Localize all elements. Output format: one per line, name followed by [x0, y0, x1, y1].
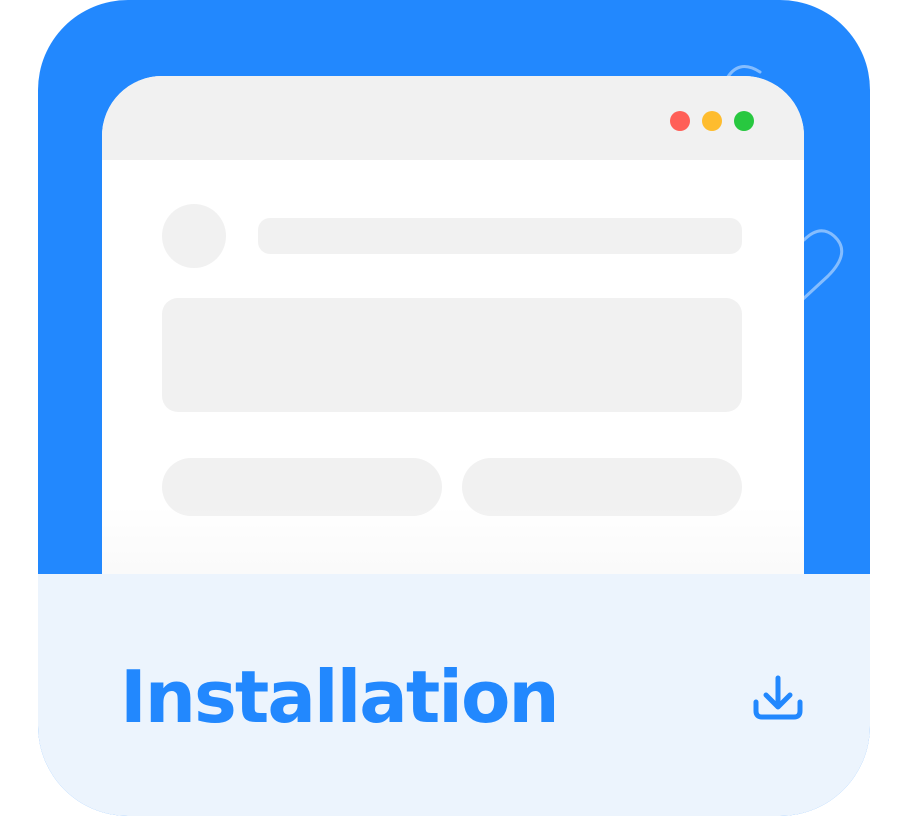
minimize-window-dot [702, 111, 722, 131]
skeleton-text-line [258, 218, 742, 254]
skeleton-content-block [162, 298, 742, 412]
maximize-window-dot [734, 111, 754, 131]
download-icon [753, 675, 803, 720]
skeleton-avatar [162, 204, 226, 268]
card-title: Installation [120, 655, 560, 739]
close-window-dot [670, 111, 690, 131]
installation-card[interactable]: Installation [38, 0, 870, 816]
card-footer: Installation [38, 574, 870, 816]
browser-window-mockup [102, 76, 804, 596]
browser-title-bar [102, 76, 804, 160]
download-button[interactable] [744, 664, 812, 732]
